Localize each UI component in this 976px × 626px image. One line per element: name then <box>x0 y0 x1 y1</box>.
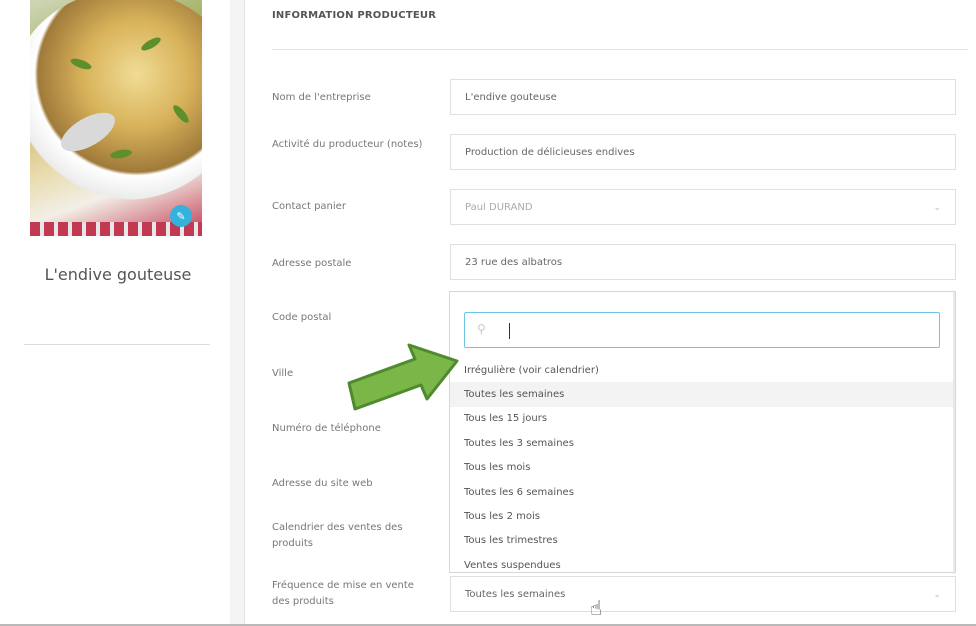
dropdown-option[interactable]: Toutes les semaines <box>450 382 955 407</box>
activity-input[interactable]: Production de délicieuses endives <box>450 134 956 170</box>
frequency-label: Fréquence de mise en vente des produits <box>272 580 414 607</box>
dropdown-option[interactable]: Toutes les 3 semaines <box>450 431 955 455</box>
chevron-down-icon: ⌄ <box>933 590 941 600</box>
dropdown-option[interactable]: Tous les 15 jours <box>450 407 955 431</box>
text-cursor <box>509 323 510 339</box>
activity-value: Production de délicieuses endives <box>465 146 635 158</box>
company-name-value: L'endive gouteuse <box>465 91 557 103</box>
divider <box>272 49 968 50</box>
frequency-select[interactable]: Toutes les semaines ⌄ <box>450 576 956 612</box>
calendar-label: Calendrier des ventes des produits <box>272 522 403 549</box>
frequency-value: Toutes les semaines <box>465 588 566 600</box>
contact-select[interactable]: Paul DURAND ⌄ <box>450 189 956 225</box>
edit-photo-button[interactable]: ✎ <box>170 205 192 227</box>
divider <box>24 344 210 345</box>
pencil-icon: ✎ <box>176 209 186 223</box>
hand-pointer-icon: ☝ <box>590 596 603 620</box>
dropdown-option[interactable]: Ventes suspendues <box>450 553 955 577</box>
dropdown-option[interactable]: Tous les mois <box>450 456 955 480</box>
dropdown-option[interactable]: Tous les trimestres <box>450 529 955 553</box>
company-name-title: L'endive gouteuse <box>44 265 192 284</box>
annotation-arrow-icon <box>347 343 459 411</box>
company-name-input[interactable]: L'endive gouteuse <box>450 79 956 115</box>
company-name-label: Nom de l'entreprise <box>272 92 371 103</box>
website-label: Adresse du site web <box>272 478 373 489</box>
dropdown-options: Irrégulière (voir calendrier) Toutes les … <box>450 358 955 578</box>
contact-value: Paul DURAND <box>465 201 533 213</box>
dropdown-option[interactable]: Tous les 2 mois <box>450 504 955 528</box>
search-icon: ⚲ <box>477 322 486 336</box>
address-input[interactable]: 23 rue des albatros <box>450 244 956 280</box>
dropdown-search-input[interactable]: ⚲ <box>464 312 940 348</box>
dropdown-option[interactable]: Toutes les 6 semaines <box>450 480 955 504</box>
phone-label: Numéro de téléphone <box>272 423 381 434</box>
contact-label: Contact panier <box>272 201 346 212</box>
address-value: 23 rue des albatros <box>465 256 563 268</box>
scrollbar[interactable] <box>953 292 955 574</box>
activity-label: Activité du producteur (notes) <box>272 139 423 150</box>
dish-image <box>30 0 202 200</box>
producer-card: ✎ L'endive gouteuse <box>0 0 230 626</box>
section-title: INFORMATION PRODUCTEUR <box>272 10 437 21</box>
dropdown-option[interactable]: Irrégulière (voir calendrier) <box>450 358 955 382</box>
address-label: Adresse postale <box>272 258 352 269</box>
postal-code-label: Code postal <box>272 312 332 323</box>
chevron-down-icon: ⌄ <box>933 203 941 213</box>
producer-photo <box>30 0 202 236</box>
frequency-dropdown: ⚲ Irrégulière (voir calendrier) Toutes le… <box>449 291 956 574</box>
